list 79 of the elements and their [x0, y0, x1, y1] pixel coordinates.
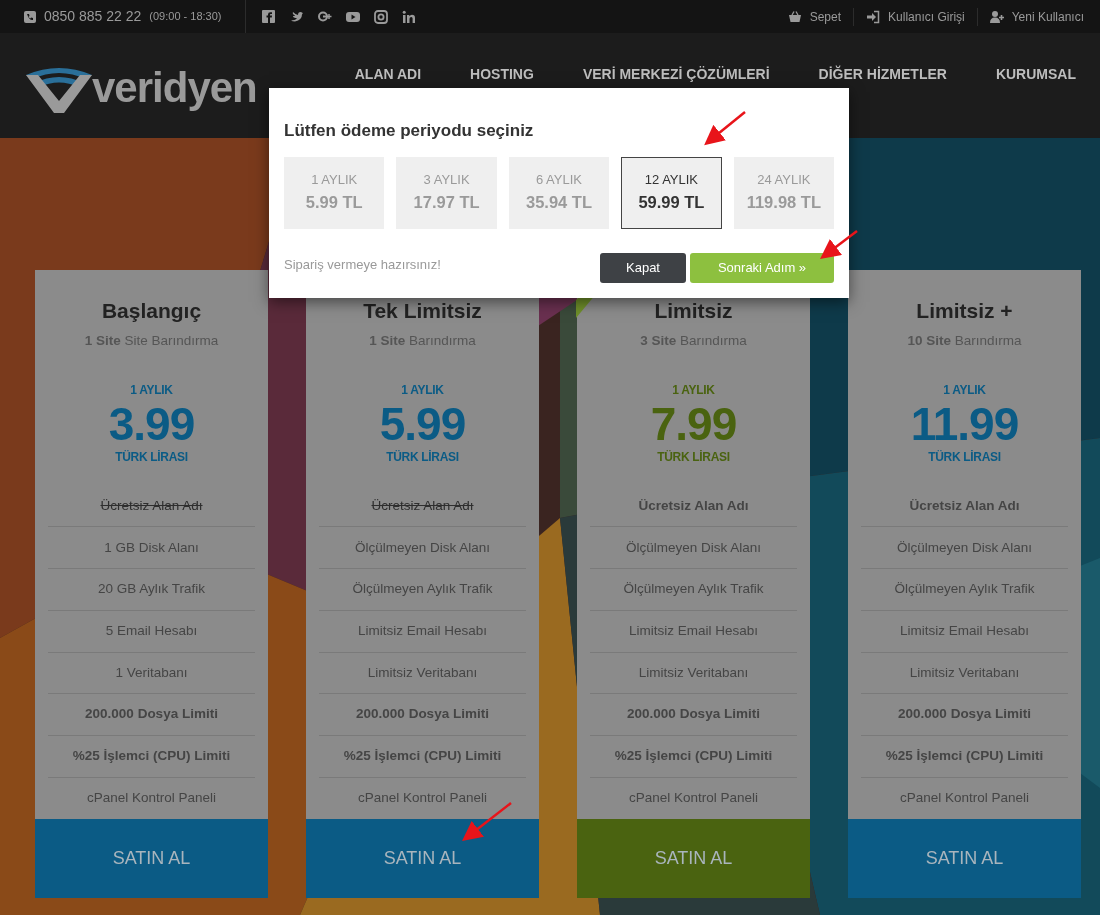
- billing-period: 1 AYLIK: [943, 381, 986, 399]
- currency-label: TÜRK LİRASI: [928, 448, 1001, 466]
- sign-in-icon: [866, 9, 881, 24]
- currency-label: TÜRK LİRASI: [115, 448, 188, 466]
- buy-button[interactable]: SATIN AL: [306, 819, 539, 898]
- feature-text: 200.000 Dosya Limiti: [85, 705, 218, 724]
- period-option[interactable]: 12 AYLIK 59.99 TL: [621, 156, 722, 229]
- feature-text: Ölçülmeyen Aylık Trafik: [623, 580, 764, 599]
- feature-text: %25 İşlemci (CPU) Limiti: [343, 747, 502, 766]
- google-plus-icon[interactable]: [318, 9, 333, 24]
- status-message: Sipariş vermeye hazırsınız!: [284, 255, 441, 274]
- feature-text: Limitsiz Veritabanı: [909, 663, 1020, 682]
- phone-icon: [24, 10, 36, 23]
- basket-icon: [787, 9, 802, 24]
- feature-text: Ücretsiz Alan Adı: [100, 496, 203, 515]
- feature-text: Ücretsiz Alan Adı: [909, 496, 1020, 515]
- plan-title: Limitsiz: [654, 298, 733, 324]
- twitter-icon[interactable]: [290, 9, 305, 24]
- logo-text: veridyen: [92, 63, 257, 113]
- feature-text: 1 GB Disk Alanı: [104, 538, 199, 557]
- working-hours: (09:00 - 18:30): [149, 9, 222, 25]
- feature-text: Ölçülmeyen Disk Alanı: [354, 538, 491, 557]
- feature-text: 1 Veritabanı: [115, 663, 188, 682]
- video-play-icon[interactable]: [346, 9, 361, 24]
- buy-button[interactable]: SATIN AL: [35, 819, 268, 898]
- feature-text: %25 İşlemci (CPU) Limiti: [614, 747, 773, 766]
- plan-title: Limitsiz +: [916, 298, 1013, 324]
- feature-text: %25 İşlemci (CPU) Limiti: [72, 747, 231, 766]
- plan-title: Tek Limitsiz: [363, 298, 482, 324]
- feature-text: Limitsiz Veritabanı: [638, 663, 749, 682]
- phone-number: 0850 885 22 22: [44, 7, 142, 26]
- annotation-arrow: [820, 230, 858, 259]
- feature-text: Limitsiz Email Hesabı: [357, 622, 487, 641]
- nav-link[interactable]: ALAN ADI: [354, 64, 422, 85]
- feature-text: Ücretsiz Alan Adı: [638, 496, 749, 515]
- billing-period: 1 AYLIK: [130, 381, 173, 399]
- feature-text: 5 Email Hesabı: [105, 622, 198, 641]
- feature-text: cPanel Kontrol Paneli: [86, 789, 217, 808]
- feature-text: %25 İşlemci (CPU) Limiti: [885, 747, 1044, 766]
- feature-text: Ölçülmeyen Aylık Trafik: [894, 580, 1035, 599]
- annotation-arrow: [462, 802, 512, 842]
- feature-text: 200.000 Dosya Limiti: [627, 705, 760, 724]
- plan-price: 7.99: [650, 400, 737, 447]
- feature-text: Limitsiz Email Hesabı: [628, 622, 758, 641]
- facebook-icon[interactable]: [262, 9, 277, 24]
- modal-title: Lütfen ödeme periyodu seçiniz: [284, 120, 534, 142]
- feature-text: cPanel Kontrol Paneli: [628, 789, 759, 808]
- user-plus-icon: [989, 9, 1004, 24]
- linkedin-icon[interactable]: [402, 9, 417, 24]
- top-bar-link[interactable]: Kullanıcı Girişi: [866, 7, 965, 26]
- feature-text: 200.000 Dosya Limiti: [898, 705, 1031, 724]
- feature-text: Limitsiz Veritabanı: [367, 663, 478, 682]
- feature-text: Limitsiz Email Hesabı: [899, 622, 1029, 641]
- buy-button[interactable]: SATIN AL: [848, 819, 1081, 898]
- billing-period: 1 AYLIK: [672, 381, 715, 399]
- top-bar-link[interactable]: Yeni Kullanıcı: [989, 7, 1084, 26]
- feature-text: Ölçülmeyen Disk Alanı: [896, 538, 1033, 557]
- plan-price: 11.99: [910, 400, 1019, 447]
- close-button[interactable]: Kapat: [600, 252, 686, 283]
- feature-text: 200.000 Dosya Limiti: [356, 705, 489, 724]
- nav-link[interactable]: KURUMSAL: [995, 64, 1076, 85]
- top-bar-link[interactable]: Sepet: [787, 7, 842, 26]
- plan-price: 5.99: [379, 400, 466, 447]
- plan-title: Başlangıç: [101, 298, 202, 324]
- currency-label: TÜRK LİRASI: [386, 448, 459, 466]
- annotation-arrow: [704, 111, 746, 146]
- feature-text: cPanel Kontrol Paneli: [899, 789, 1030, 808]
- camera-icon[interactable]: [374, 9, 389, 24]
- nav-link[interactable]: HOSTING: [470, 64, 534, 85]
- currency-label: TÜRK LİRASI: [657, 448, 730, 466]
- nav-link[interactable]: DİĞER HİZMETLER: [818, 64, 947, 85]
- feature-text: 20 GB Aylık Trafik: [97, 580, 205, 599]
- feature-text: cPanel Kontrol Paneli: [357, 789, 488, 808]
- plan-price: 3.99: [108, 400, 195, 447]
- billing-period: 1 AYLIK: [401, 381, 444, 399]
- feature-text: Ölçülmeyen Disk Alanı: [625, 538, 762, 557]
- feature-text: Ölçülmeyen Aylık Trafik: [352, 580, 493, 599]
- feature-text: Ücretsiz Alan Adı: [371, 496, 474, 515]
- nav-link[interactable]: VERİ MERKEZİ ÇÖZÜMLERİ: [582, 64, 770, 85]
